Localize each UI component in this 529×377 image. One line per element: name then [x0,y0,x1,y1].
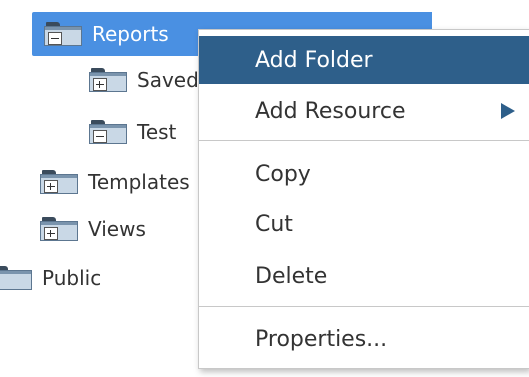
menu-item-add-resource[interactable]: Add Resource [199,87,529,135]
folder-expand-icon[interactable] [89,67,127,93]
context-menu: Add Folder Add Resource Copy Cut Delete … [198,29,529,369]
menu-item-label: Copy [255,161,311,187]
tree-node-label: Public [42,266,102,290]
tree-node-public[interactable]: Public [0,256,101,300]
menu-item-cut[interactable]: Cut [199,200,529,248]
submenu-arrow-icon [501,103,515,119]
menu-item-label: Add Folder [255,47,373,73]
folder-expand-icon[interactable] [40,216,78,242]
folder-collapse-icon[interactable] [89,119,127,145]
menu-item-properties[interactable]: Properties... [199,315,529,363]
tree-node-views[interactable]: Views [40,207,146,251]
folder-collapse-icon[interactable] [44,21,82,47]
menu-item-add-folder[interactable]: Add Folder [199,36,529,84]
menu-separator [199,140,529,141]
menu-separator [199,306,529,307]
menu-item-label: Cut [255,211,293,237]
folder-expand-icon[interactable] [40,169,78,195]
tree-node-label: Reports [92,22,169,46]
tree-node-label: Templates [88,170,190,194]
tree-node-test[interactable]: Test [89,110,176,154]
tree-node-templates[interactable]: Templates [40,160,190,204]
tree-node-label: Test [137,120,177,144]
folder-icon [0,265,32,291]
menu-item-label: Add Resource [255,98,406,124]
menu-item-label: Properties... [255,326,388,352]
menu-item-delete[interactable]: Delete [199,252,529,300]
menu-item-copy[interactable]: Copy [199,150,529,198]
tree-node-label: Views [88,217,146,241]
menu-item-label: Delete [255,263,328,289]
